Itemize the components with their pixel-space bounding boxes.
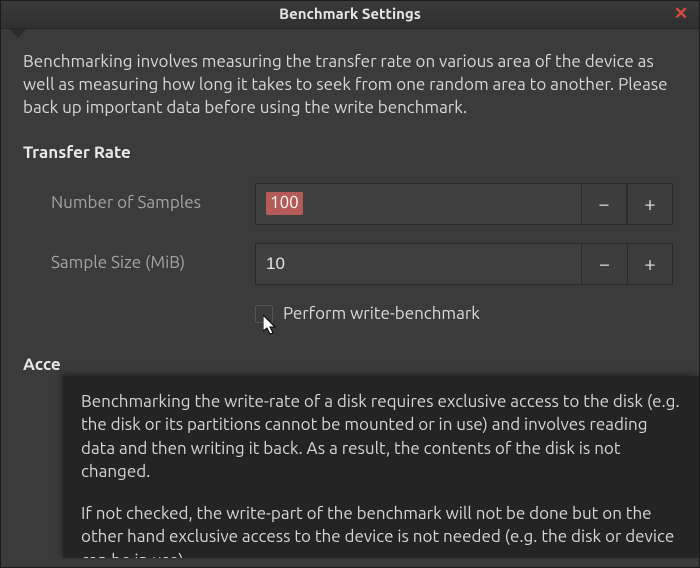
benchmark-settings-dialog: Benchmark Settings ✕ Benchmarking involv… — [0, 0, 700, 568]
titlebar[interactable]: Benchmark Settings ✕ — [1, 1, 699, 29]
tooltip-write-benchmark: Benchmarking the write-rate of a disk re… — [63, 376, 699, 558]
intro-text: Benchmarking involves measuring the tran… — [23, 51, 677, 120]
close-icon[interactable]: ✕ — [671, 5, 691, 25]
section-heading-access-partial: Acce — [23, 354, 677, 377]
section-heading-transfer-rate: Transfer Rate — [23, 142, 677, 165]
label-perform-write-benchmark[interactable]: Perform write-benchmark — [283, 303, 480, 326]
dialog-content: Benchmarking involves measuring the tran… — [1, 29, 699, 399]
label-number-of-samples: Number of Samples — [23, 192, 255, 215]
checkbox-perform-write-benchmark[interactable] — [255, 305, 273, 323]
tooltip-paragraph-2: If not checked, the write-part of the be… — [81, 502, 681, 558]
tooltip-paragraph-1: Benchmarking the write-rate of a disk re… — [81, 390, 681, 484]
row-number-of-samples: Number of Samples 100 − + — [23, 183, 677, 225]
increment-button[interactable]: + — [627, 243, 673, 285]
input-value-selected: 100 — [266, 192, 303, 215]
spinner-number-of-samples: 100 − + — [255, 183, 673, 225]
window-title: Benchmark Settings — [279, 4, 421, 24]
increment-button[interactable]: + — [627, 183, 673, 225]
input-sample-size[interactable] — [255, 243, 581, 285]
input-number-of-samples[interactable]: 100 — [255, 183, 581, 225]
row-sample-size: Sample Size (MiB) − + — [23, 243, 677, 285]
label-sample-size: Sample Size (MiB) — [23, 252, 255, 275]
spinner-sample-size: − + — [255, 243, 673, 285]
row-write-benchmark: Perform write-benchmark — [255, 303, 677, 326]
decrement-button[interactable]: − — [581, 243, 627, 285]
decrement-button[interactable]: − — [581, 183, 627, 225]
